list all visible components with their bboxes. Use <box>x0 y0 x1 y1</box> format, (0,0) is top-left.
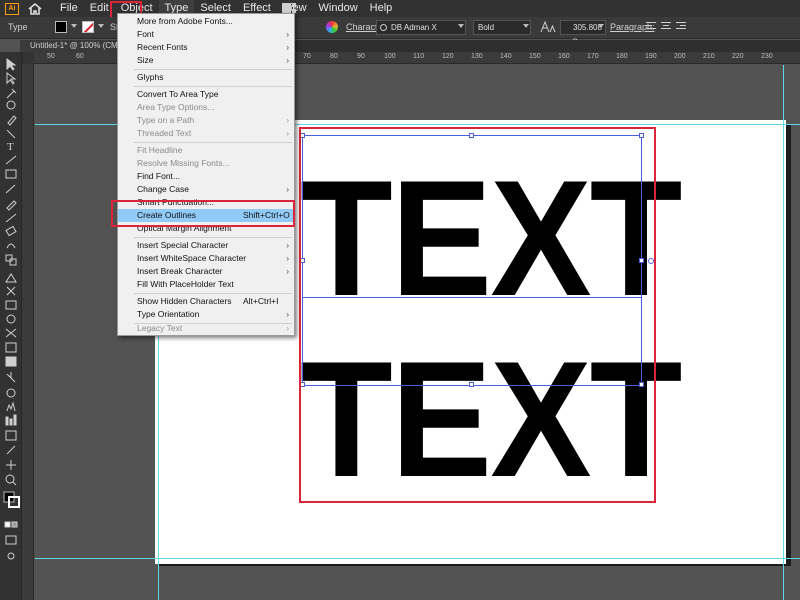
menu-item-show-hidden-characters[interactable]: Show Hidden Characters Alt+Ctrl+I <box>118 295 294 308</box>
font-dropdown-icon[interactable] <box>458 24 464 28</box>
menu-item-fit-headline: Fit Headline <box>137 145 183 155</box>
submenu-arrow-icon: › <box>286 267 289 276</box>
ruler-label: 50 <box>47 53 55 60</box>
ruler-label: 130 <box>471 53 483 60</box>
fill-dropdown-icon[interactable] <box>71 24 77 28</box>
font-family-value: DB Adman X <box>391 23 437 32</box>
text-highlight-box <box>299 127 656 503</box>
shortcut-show-hidden-characters: Alt+Ctrl+I <box>243 296 279 306</box>
font-family-field[interactable]: DB Adman X <box>376 20 466 35</box>
arrange-documents-icon[interactable] <box>282 3 296 13</box>
document-tab[interactable]: Untitled-1* @ 100% (CMYK/GPU Preview) <box>20 40 120 52</box>
submenu-arrow-icon: › <box>286 241 289 250</box>
font-size-icon <box>540 20 556 36</box>
search-icon <box>380 24 387 31</box>
menu-help[interactable]: Help <box>364 0 399 17</box>
illustrator-window: Ai File Edit Object Type Select Effect V… <box>0 0 800 600</box>
menu-item-legacy-text: Legacy Text › <box>137 323 289 333</box>
stroke-color-swatch[interactable] <box>82 21 94 33</box>
ruler-label: 150 <box>529 53 541 60</box>
guide-vertical[interactable] <box>783 65 784 600</box>
menu-separator <box>134 142 292 143</box>
menu-item-convert-to-area-type[interactable]: Convert To Area Type <box>118 88 294 101</box>
align-right-icon[interactable] <box>676 22 686 32</box>
submenu-arrow-icon: › <box>286 43 289 52</box>
ruler-label: 160 <box>558 53 570 60</box>
menu-item-insert-special-character[interactable]: Insert Special Character › <box>118 239 294 252</box>
menu-item-insert-whitespace-character[interactable]: Insert WhiteSpace Character › <box>118 252 294 265</box>
menu-window[interactable]: Window <box>313 0 364 17</box>
stroke-dropdown-icon[interactable] <box>98 24 104 28</box>
ruler-label: 210 <box>703 53 715 60</box>
ruler-label: 140 <box>500 53 512 60</box>
ruler-label: 90 <box>357 53 365 60</box>
ruler-label: 120 <box>442 53 454 60</box>
menu-item-resolve-missing-fonts: Resolve Missing Fonts... <box>137 158 230 168</box>
menu-item-threaded-text: Threaded Text › <box>137 128 289 138</box>
menu-item-fill-with-placeholder-text[interactable]: Fill With PlaceHolder Text <box>118 278 294 291</box>
menu-file[interactable]: File <box>54 0 84 17</box>
ruler-label: 60 <box>76 53 84 60</box>
menu-item-more-adobe-fonts[interactable]: More from Adobe Fonts... <box>118 15 294 28</box>
ruler-label: 100 <box>384 53 396 60</box>
ruler-label: 180 <box>616 53 628 60</box>
vertical-ruler[interactable] <box>22 64 34 600</box>
menu-item-find-font[interactable]: Find Font... <box>118 170 294 183</box>
menu-item-type-on-a-path: Type on a Path › <box>137 115 289 125</box>
menu-item-font[interactable]: Font › <box>118 28 294 41</box>
tools-panel: T <box>0 52 22 600</box>
submenu-arrow-icon: › <box>286 324 289 333</box>
submenu-arrow-icon: › <box>286 185 289 194</box>
menu-item-size[interactable]: Size › <box>118 54 294 67</box>
ruler-label: 190 <box>645 53 657 60</box>
submenu-arrow-icon: › <box>286 116 289 125</box>
recolor-icon[interactable] <box>326 21 338 33</box>
menu-item-type-orientation[interactable]: Type Orientation › <box>118 308 294 321</box>
app-logo: Ai <box>5 2 19 15</box>
create-outlines-highlight-box <box>111 200 295 227</box>
submenu-arrow-icon: › <box>286 56 289 65</box>
menu-separator <box>134 69 292 70</box>
menu-item-insert-break-character[interactable]: Insert Break Character › <box>118 265 294 278</box>
align-center-icon[interactable] <box>661 22 671 32</box>
ruler-label: 170 <box>587 53 599 60</box>
menu-separator <box>134 86 292 87</box>
menu-item-recent-fonts[interactable]: Recent Fonts › <box>118 41 294 54</box>
tool-name-label: Type <box>8 22 28 32</box>
fill-color-swatch[interactable] <box>55 21 67 33</box>
menu-separator <box>134 237 292 238</box>
ruler-label: 80 <box>330 53 338 60</box>
ruler-label: 70 <box>303 53 311 60</box>
ruler-origin[interactable] <box>22 52 34 64</box>
ruler-label: 220 <box>732 53 744 60</box>
menu-item-change-case[interactable]: Change Case › <box>118 183 294 196</box>
submenu-arrow-icon: › <box>286 129 289 138</box>
menu-item-glyphs[interactable]: Glyphs <box>118 71 294 84</box>
ruler-label: 230 <box>761 53 773 60</box>
ruler-label: 200 <box>674 53 686 60</box>
type-menu-dropdown: More from Adobe Fonts... Font › Recent Fo… <box>117 13 295 336</box>
tools-icons: T <box>3 58 20 560</box>
font-size-dropdown-icon[interactable] <box>598 24 604 28</box>
svg-text:T: T <box>7 141 14 153</box>
font-style-dropdown-icon[interactable] <box>523 24 529 28</box>
guide-horizontal[interactable] <box>35 558 800 559</box>
home-icon[interactable] <box>27 2 43 16</box>
submenu-arrow-icon: › <box>286 254 289 263</box>
menu-item-area-type-options: Area Type Options... <box>137 102 215 112</box>
menu-separator <box>134 293 292 294</box>
align-left-icon[interactable] <box>646 22 656 32</box>
submenu-arrow-icon: › <box>286 310 289 319</box>
submenu-arrow-icon: › <box>286 30 289 39</box>
ruler-label: 110 <box>413 53 425 60</box>
